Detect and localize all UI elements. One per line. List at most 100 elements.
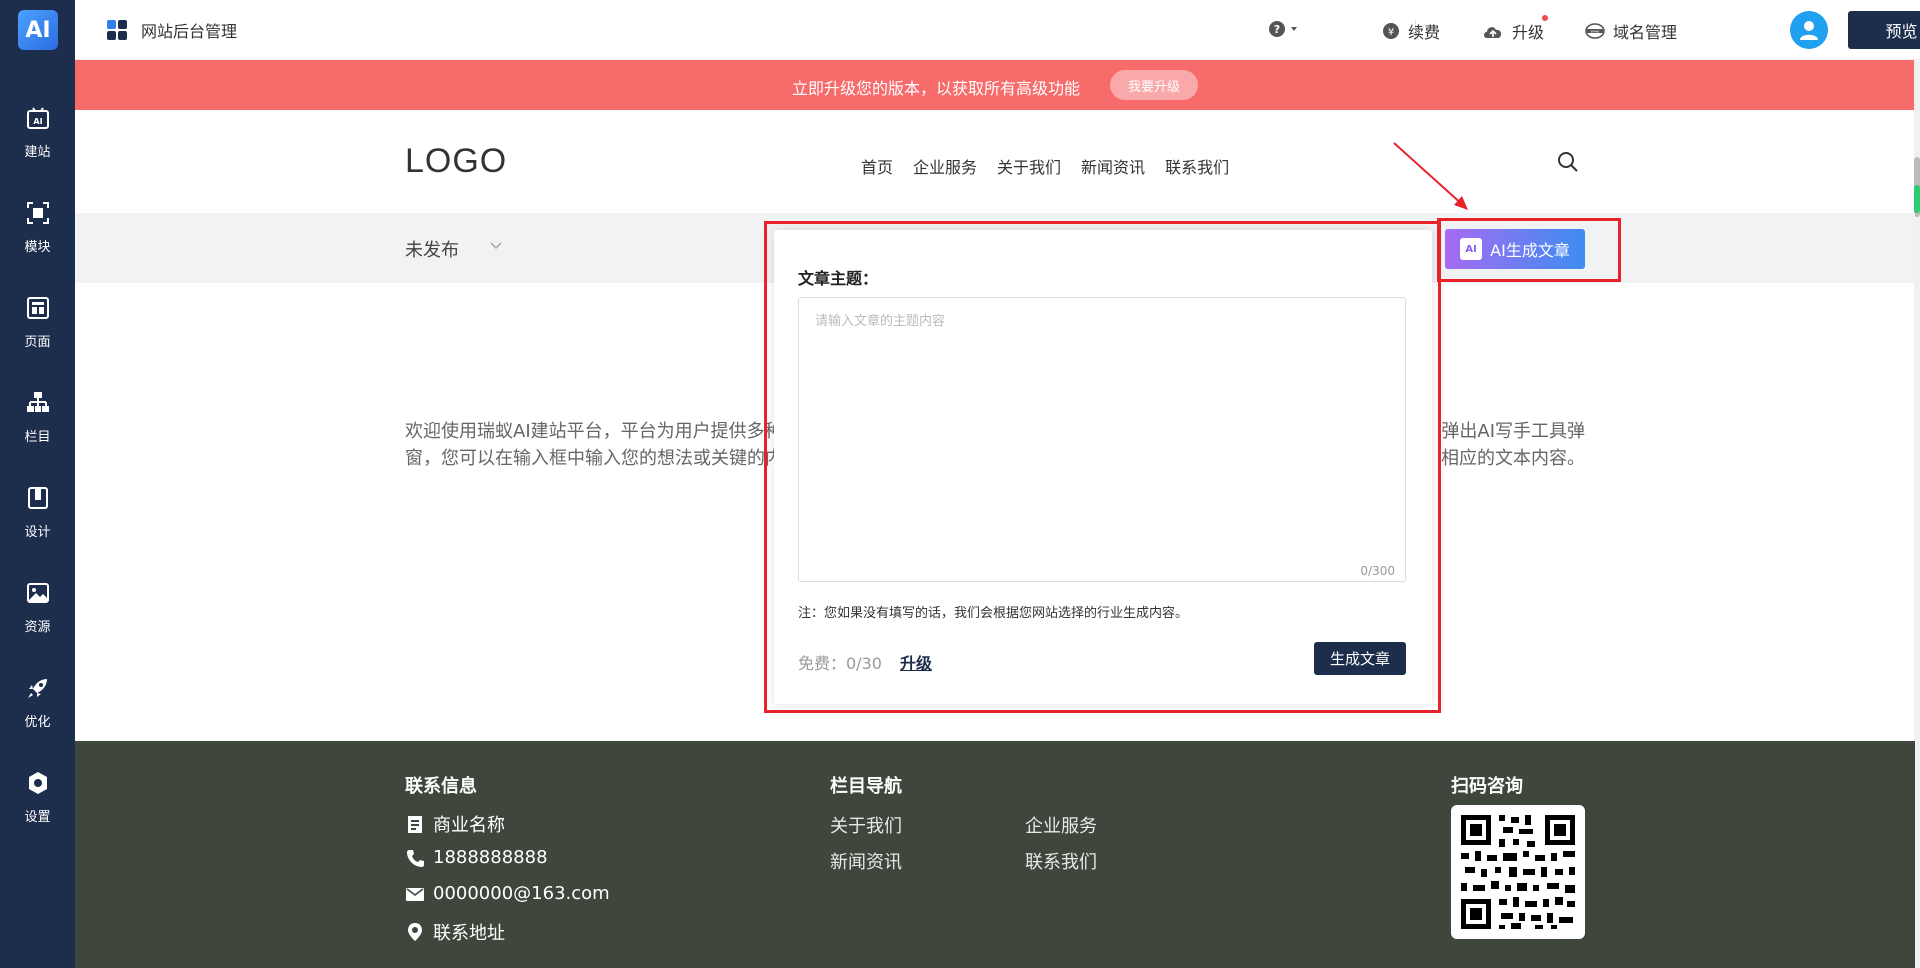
- sidebar-item-module[interactable]: 模块: [0, 200, 75, 280]
- article-topic-input[interactable]: 请输入文章的主题内容 0/300: [798, 297, 1406, 582]
- welcome-line1-left: 欢迎使用瑞蚁AI建站平台，平台为用户提供多种: [405, 421, 783, 442]
- design-icon: [27, 487, 48, 509]
- footer-nav-heading: 栏目导航: [830, 776, 902, 797]
- cloud-upload-icon: [1484, 27, 1502, 38]
- sidebar-item-resource[interactable]: 资源: [0, 580, 75, 660]
- search-icon[interactable]: [1557, 151, 1579, 173]
- footer-address: 联系地址: [405, 919, 505, 945]
- renew-button[interactable]: ¥ 续费: [1382, 19, 1440, 43]
- footer-link-contact[interactable]: 联系我们: [1025, 848, 1097, 874]
- site-logo[interactable]: LOGO: [405, 142, 507, 181]
- apps-grid-icon: [107, 20, 127, 40]
- footer-phone-text: 1888888888: [433, 847, 548, 868]
- sidebar-item-label: 页面: [24, 335, 51, 350]
- footer-email-text: 0000000@163.com: [433, 883, 610, 904]
- domain-management-button[interactable]: www 域名管理: [1585, 19, 1677, 43]
- svg-text:¥: ¥: [1388, 27, 1394, 38]
- qr-code: [1451, 805, 1585, 939]
- column-icon: [26, 392, 49, 412]
- sidebar-item-label: 优化: [24, 715, 51, 730]
- site-footer: [75, 741, 1915, 968]
- site-nav-contact[interactable]: 联系我们: [1165, 154, 1229, 178]
- welcome-line2-left: 窗，您可以在输入框中输入您的想法或关键的内: [405, 448, 783, 469]
- banner-upgrade-button[interactable]: 我要升级: [1110, 70, 1198, 100]
- phone-icon: [407, 849, 424, 867]
- upgrade-button[interactable]: 升级: [1482, 15, 1548, 43]
- help-icon: ?: [1269, 21, 1297, 37]
- scrollbar-indicator: [1914, 185, 1920, 213]
- site-nav-about[interactable]: 关于我们: [997, 154, 1061, 178]
- sidebar-item-column[interactable]: 栏目: [0, 390, 75, 470]
- sidebar-item-optimize[interactable]: 优化: [0, 675, 75, 755]
- sidebar-item-label: 模块: [24, 240, 51, 255]
- brand-logo: AI: [18, 10, 58, 50]
- ai-button-label: AI生成文章: [1490, 241, 1570, 260]
- free-quota: 免费：0/30: [798, 654, 882, 673]
- sidebar-item-label: 建站: [24, 145, 51, 160]
- ai-article-modal: 文章主题： 请输入文章的主题内容 0/300 注：您如果没有填写的话，我们会根据…: [774, 230, 1432, 704]
- svg-text:www: www: [1591, 30, 1600, 34]
- preview-button[interactable]: 预览: [1848, 11, 1920, 49]
- site-nav: 首页 企业服务 关于我们 新闻资讯 联系我们: [861, 154, 1249, 178]
- sidebar-item-build[interactable]: AI 建站: [0, 105, 75, 185]
- notification-dot: [1542, 15, 1548, 21]
- footer-link-services[interactable]: 企业服务: [1025, 812, 1097, 838]
- welcome-line1-right: 弹出AI写手工具弹: [1441, 421, 1585, 442]
- yen-coin-icon: ¥: [1383, 23, 1399, 39]
- footer-qr-heading: 扫码咨询: [1451, 776, 1523, 797]
- ai-site-icon: AI: [26, 107, 49, 129]
- svg-text:?: ?: [1274, 23, 1280, 36]
- company-icon: [408, 816, 422, 833]
- sidebar-item-label: 资源: [24, 620, 51, 635]
- svg-text:AI: AI: [33, 117, 42, 126]
- mail-icon: [406, 887, 424, 901]
- sidebar-item-label: 栏目: [24, 430, 51, 445]
- footer-company: 商业名称: [405, 811, 505, 837]
- page-icon: [26, 297, 49, 319]
- sidebar-item-label: 设置: [24, 810, 51, 825]
- sidebar-item-design[interactable]: 设计: [0, 485, 75, 565]
- app-title-text: 网站后台管理: [141, 22, 238, 41]
- app-title: 网站后台管理: [107, 18, 237, 42]
- sidebar: AI AI 建站 模块 页面 栏目 设计 资源 优化 设置: [0, 0, 75, 968]
- footer-contact-heading: 联系信息: [405, 776, 477, 797]
- site-nav-home[interactable]: 首页: [861, 154, 893, 178]
- footer-link-about[interactable]: 关于我们: [830, 812, 902, 838]
- domain-icon: www: [1585, 23, 1605, 39]
- sidebar-item-label: 设计: [24, 525, 51, 540]
- welcome-line2-right: 相应的文本内容。: [1441, 448, 1585, 469]
- footer-email: 0000000@163.com: [405, 883, 610, 904]
- site-nav-services[interactable]: 企业服务: [913, 154, 977, 178]
- footer-link-news[interactable]: 新闻资讯: [830, 848, 902, 874]
- upgrade-label: 升级: [1512, 23, 1545, 42]
- article-topic-placeholder: 请输入文章的主题内容: [815, 314, 946, 329]
- module-icon: [26, 202, 49, 224]
- footer-company-text: 商业名称: [433, 815, 505, 836]
- ai-icon: AI: [1460, 238, 1483, 260]
- site-nav-news[interactable]: 新闻资讯: [1081, 154, 1145, 178]
- sidebar-item-page[interactable]: 页面: [0, 295, 75, 375]
- qr-code-icon: [1461, 815, 1575, 929]
- character-counter: 0/300: [1360, 564, 1395, 578]
- user-icon: [1800, 21, 1818, 40]
- sidebar-item-settings[interactable]: 设置: [0, 770, 75, 850]
- modal-upgrade-link[interactable]: 升级: [900, 650, 932, 674]
- location-pin-icon: [408, 923, 422, 941]
- top-bar: 网站后台管理 ? ¥ 续费 升级 www 域名管理 预览: [75, 0, 1920, 60]
- modal-note: 注：您如果没有填写的话，我们会根据您网站选择的行业生成内容。: [798, 606, 1189, 621]
- rocket-icon: [27, 679, 47, 698]
- resource-icon: [26, 583, 49, 603]
- avatar[interactable]: [1790, 11, 1828, 49]
- upgrade-banner: 立即升级您的版本，以获取所有高级功能 我要升级: [75, 60, 1915, 110]
- publish-status[interactable]: 未发布: [405, 236, 459, 262]
- generate-article-button[interactable]: 生成文章: [1314, 642, 1406, 675]
- ai-generate-article-button[interactable]: AI AI生成文章: [1445, 229, 1585, 269]
- settings-icon: [28, 772, 47, 794]
- footer-phone: 1888888888: [405, 847, 548, 868]
- help-dropdown[interactable]: ?: [1268, 19, 1306, 39]
- banner-text: 立即升级您的版本，以获取所有高级功能: [792, 79, 1081, 98]
- annotation-arrow-icon: [1393, 142, 1468, 210]
- chevron-down-icon[interactable]: [490, 242, 502, 250]
- article-topic-label: 文章主题：: [798, 269, 879, 288]
- footer-address-text: 联系地址: [433, 923, 505, 944]
